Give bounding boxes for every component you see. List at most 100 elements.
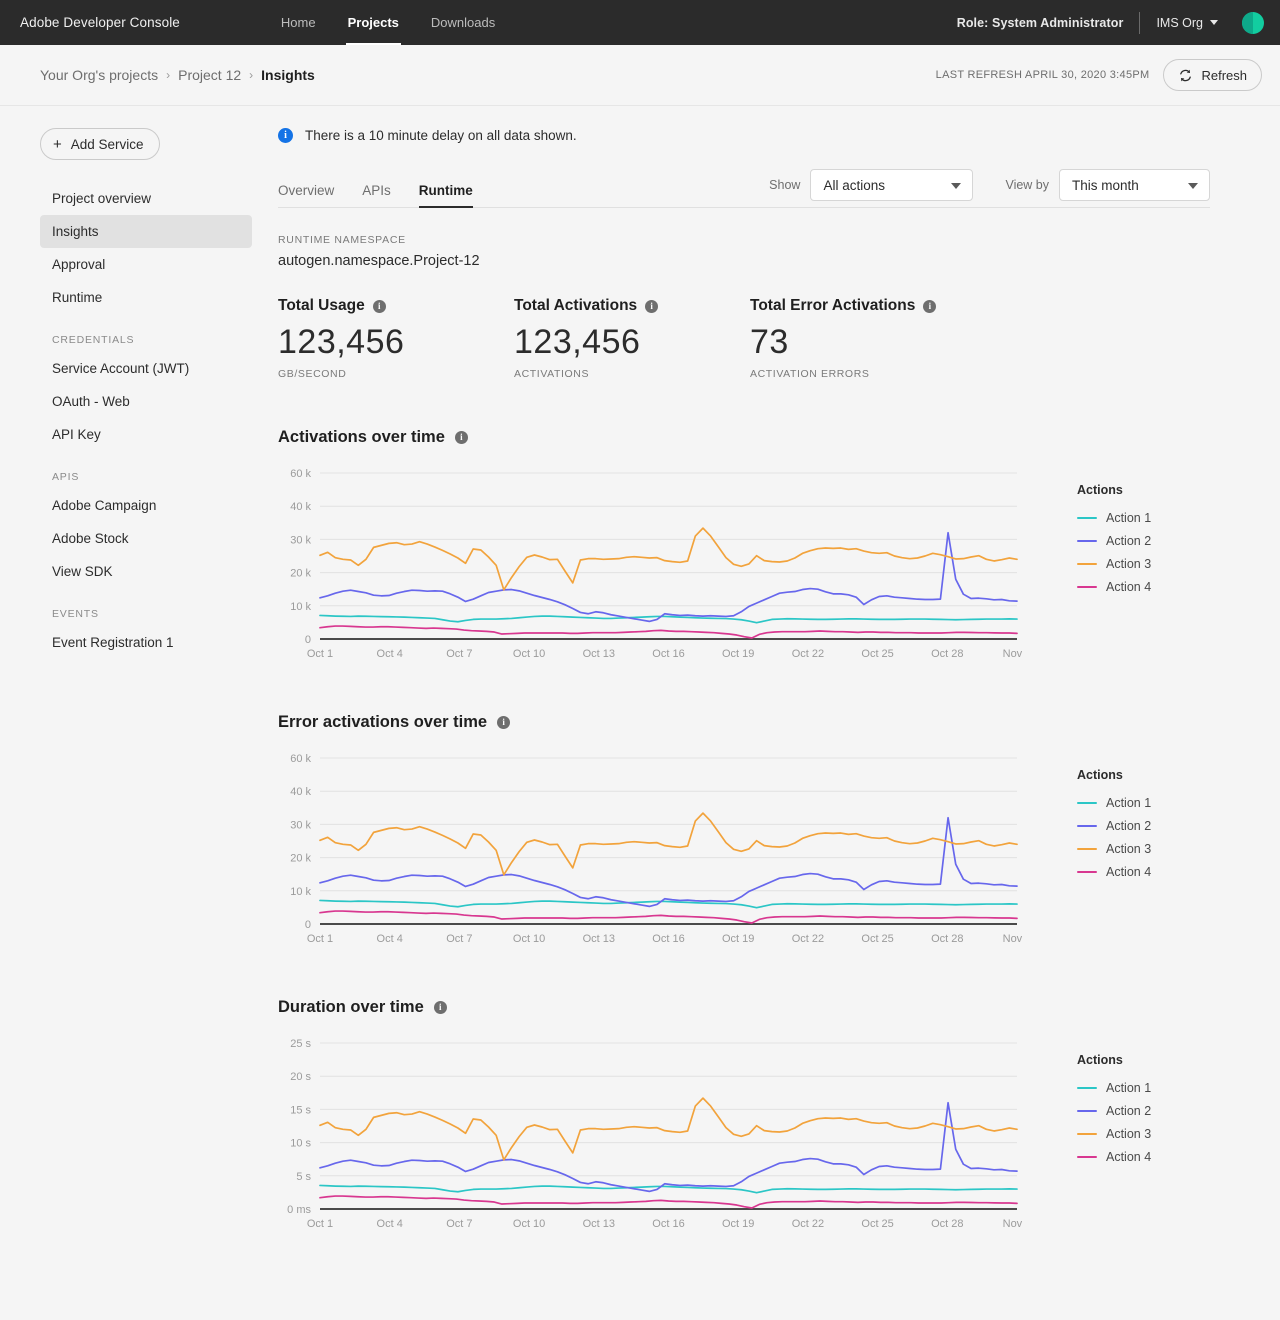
svg-text:20 s: 20 s [290,1071,311,1083]
sidebar-item-adobe-campaign[interactable]: Adobe Campaign [40,489,252,522]
legend-label: Action 1 [1106,1081,1152,1096]
app-brand-title: Adobe Developer Console [20,15,180,30]
sidebar-item-event-registration-1[interactable]: Event Registration 1 [40,626,252,659]
show-filter-value: All actions [823,177,885,193]
metric-title-label: Total Usage [278,297,365,314]
user-role-label: Role: System Administrator [956,15,1124,30]
svg-text:60 k: 60 k [290,753,311,765]
sidebar-item-insights[interactable]: Insights [40,215,252,248]
sidebar-item-oauth-web[interactable]: OAuth - Web [40,385,252,418]
ims-org-selector[interactable]: IMS Org [1156,16,1218,30]
metric-total-activations: Total Activations i 123,456 ACTIVATIONS [514,297,750,380]
legend-label: Action 2 [1106,1104,1152,1119]
legend-item-action-2[interactable]: Action 2 [1077,530,1151,553]
metric-unit: ACTIVATION ERRORS [750,367,870,380]
chart-activations-over-time: Activations over time i 0 10 k 20 k 30 k 40 … [278,428,1210,665]
ims-org-label: IMS Org [1156,15,1203,30]
chart-title: Activations over time [278,427,445,446]
tab-overview[interactable]: Overview [278,183,334,207]
sidebar-item-label: Event Registration 1 [52,635,174,650]
show-filter-select[interactable]: All actions [810,169,974,201]
info-icon[interactable]: i [372,299,386,313]
svg-text:25 s: 25 s [290,1038,311,1050]
top-navigation-bar: Adobe Developer Console Home Projects Do… [0,0,1280,45]
view-by-select[interactable]: This month [1059,169,1210,201]
metric-value: 123,456 [278,323,405,361]
sidebar-item-label: Project overview [52,191,152,206]
legend-item-action-1[interactable]: Action 1 [1077,1077,1151,1100]
breadcrumb-item-insights: Insights [261,67,315,83]
main-content: i There is a 10 minute delay on all data… [270,106,1280,1275]
sidebar-item-project-overview[interactable]: Project overview [40,182,252,215]
metric-value: 73 [750,323,789,361]
svg-text:Oct 7: Oct 7 [446,1218,472,1230]
divider [1139,11,1141,34]
legend-item-action-2[interactable]: Action 2 [1077,1100,1151,1123]
chart-duration-over-time: Duration over time i 0 ms 5 s 10 s 15 s 20 s… [278,998,1210,1235]
chart-area: 0 10 k 20 k 30 k 40 k 60 k Oct 1 Oct 4 Oct 7 Oct … [278,750,1210,950]
refresh-button[interactable]: Refresh [1163,59,1262,91]
breadcrumb-item-org[interactable]: Your Org's projects [40,67,158,83]
breadcrumb-item-project[interactable]: Project 12 [178,67,241,83]
sidebar-item-label: Adobe Stock [52,531,129,546]
svg-text:40 k: 40 k [290,786,311,798]
legend-item-action-3[interactable]: Action 3 [1077,553,1151,576]
chart-legend: Actions Action 1 Action 2 Action 3 Actio… [1077,750,1151,950]
svg-text:0 ms: 0 ms [287,1204,311,1216]
sidebar-item-label: API Key [52,427,101,442]
sidebar-item-approval[interactable]: Approval [40,248,252,281]
legend-label: Action 3 [1106,1127,1152,1142]
legend-swatch [1077,516,1097,520]
legend-item-action-4[interactable]: Action 4 [1077,861,1151,884]
legend-item-action-1[interactable]: Action 1 [1077,507,1151,530]
svg-text:40 k: 40 k [290,501,311,513]
svg-text:Oct 19: Oct 19 [722,648,754,660]
svg-text:Oct 25: Oct 25 [861,648,893,660]
svg-text:Oct 22: Oct 22 [792,1218,824,1230]
show-filter-label: Show [769,178,801,192]
legend-item-action-4[interactable]: Action 4 [1077,576,1151,599]
sidebar-item-label: Adobe Campaign [52,498,157,513]
svg-text:Oct 28: Oct 28 [931,933,963,945]
sidebar-item-service-account-jwt[interactable]: Service Account (JWT) [40,352,252,385]
sidebar-item-runtime[interactable]: Runtime [40,281,252,314]
svg-text:Nov 1: Nov 1 [1003,1218,1023,1230]
metric-title: Total Error Activations i [750,297,986,315]
chart-title: Error activations over time [278,712,488,731]
metric-total-error-activations: Total Error Activations i 73 ACTIVATION … [750,297,986,380]
info-icon[interactable]: i [923,299,937,313]
info-icon[interactable]: i [454,430,468,444]
svg-text:Oct 13: Oct 13 [583,1218,615,1230]
topnav-item-downloads[interactable]: Downloads [415,0,511,45]
info-icon[interactable]: i [645,299,659,313]
legend-item-action-3[interactable]: Action 3 [1077,838,1151,861]
sidebar: + Add Service Project overview Insights … [0,106,270,659]
metrics-row: Total Usage i 123,456 GB/SECOND Total Ac… [278,297,1210,380]
legend-item-action-1[interactable]: Action 1 [1077,792,1151,815]
legend-title: Actions [1077,767,1123,782]
metric-title-label: Total Error Activations [750,297,916,314]
avatar[interactable] [1242,11,1264,34]
breadcrumb-separator: › [166,68,171,82]
svg-text:Oct 25: Oct 25 [861,1218,893,1230]
sidebar-item-api-key[interactable]: API Key [40,418,252,451]
legend-item-action-3[interactable]: Action 3 [1077,1123,1151,1146]
tab-apis[interactable]: APIs [362,183,391,207]
data-delay-notice: i There is a 10 minute delay on all data… [278,128,1210,143]
info-icon[interactable]: i [497,715,511,729]
add-service-button[interactable]: + Add Service [40,128,160,160]
legend-label: Action 3 [1106,557,1152,572]
tab-runtime[interactable]: Runtime [418,183,473,208]
sidebar-item-view-sdk[interactable]: View SDK [40,555,252,588]
sidebar-item-adobe-stock[interactable]: Adobe Stock [40,522,252,555]
sidebar-item-label: Insights [52,224,99,239]
svg-text:Oct 10: Oct 10 [513,648,545,660]
topnav-item-home[interactable]: Home [265,0,332,45]
refresh-icon [1180,69,1192,81]
info-icon[interactable]: i [433,1000,447,1014]
svg-text:Oct 7: Oct 7 [446,648,472,660]
legend-item-action-2[interactable]: Action 2 [1077,815,1151,838]
topnav-item-projects[interactable]: Projects [332,0,415,45]
legend-item-action-4[interactable]: Action 4 [1077,1146,1151,1169]
chevron-down-icon [1188,183,1198,189]
